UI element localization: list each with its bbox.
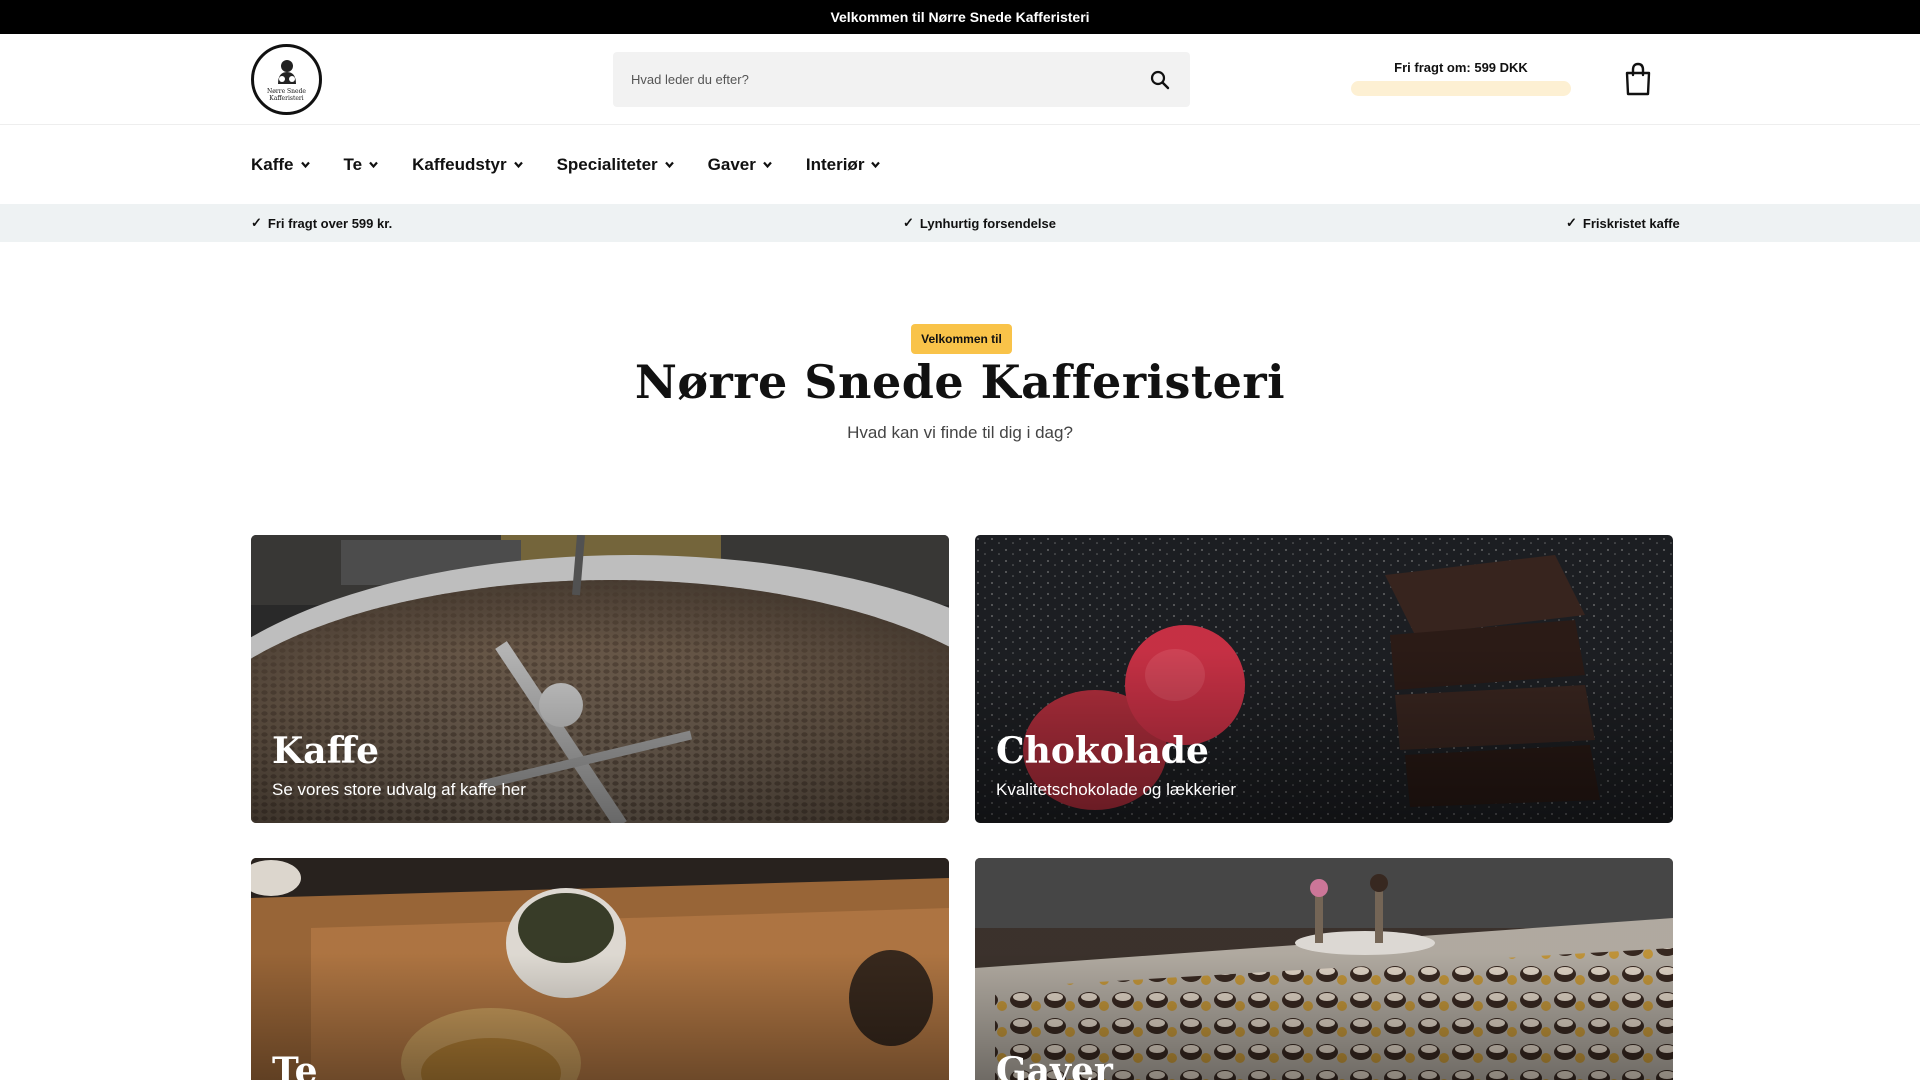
announcement-bar: Velkommen til Nørre Snede Kafferisteri xyxy=(0,0,1920,34)
announcement-text: Velkommen til Nørre Snede Kafferisteri xyxy=(830,9,1090,25)
logo-text-line1: Nørre Snede xyxy=(267,88,306,95)
check-icon: ✓ xyxy=(903,215,914,230)
check-icon: ✓ xyxy=(1566,215,1577,230)
card-title: Te xyxy=(272,1050,318,1080)
roaster-figure-icon xyxy=(277,60,296,84)
usp-label: Fri fragt over 599 kr. xyxy=(267,215,393,231)
card-title: Gaver xyxy=(996,1050,1113,1080)
usp-label: Friskristet kaffe xyxy=(1582,215,1680,231)
nav-item-kaffeudstyr[interactable]: Kaffeudstyr xyxy=(412,155,523,175)
main-nav: Kaffe Te Kaffeudstyr Specialiteter Gaver… xyxy=(0,125,1920,204)
usp-label: Lynhurtig forsendelse xyxy=(919,215,1056,231)
chevron-down-icon xyxy=(300,161,310,169)
category-card-kaffe[interactable]: Kaffe Se vores store udvalg af kaffe her xyxy=(251,535,949,823)
nav-item-te[interactable]: Te xyxy=(344,155,380,175)
chevron-down-icon xyxy=(871,161,881,169)
search-box xyxy=(613,52,1190,107)
nav-item-interior[interactable]: Interiør xyxy=(806,155,882,175)
search-icon[interactable] xyxy=(1148,68,1172,92)
chevron-down-icon xyxy=(763,161,772,169)
logo-text: Nørre Snede Kafferisteri xyxy=(267,88,306,102)
nav-item-label: Specialiteter xyxy=(556,154,658,174)
nav-item-gaver[interactable]: Gaver xyxy=(708,155,773,175)
hero-badge: Velkommen til xyxy=(911,324,1012,354)
usp-item-fresh-coffee: ✓ Friskristet kaffe xyxy=(1566,204,1680,242)
free-shipping-progress: Fri fragt om: 599 DKK xyxy=(1351,60,1571,96)
logo[interactable]: Nørre Snede Kafferisteri xyxy=(251,44,322,115)
chevron-down-icon xyxy=(369,161,378,169)
nav-item-kaffe[interactable]: Kaffe xyxy=(251,155,311,175)
hero-subtitle: Hvad kan vi finde til dig i dag? xyxy=(847,423,1073,442)
card-title: Kaffe xyxy=(272,730,380,772)
nav-item-label: Te xyxy=(343,154,363,174)
search-input[interactable] xyxy=(631,72,1148,87)
nav-item-specialiteter[interactable]: Specialiteter xyxy=(557,155,675,175)
usp-item-fast-delivery: ✓ Lynhurtig forsendelse xyxy=(903,204,1056,242)
category-card-gaver[interactable]: Gaver xyxy=(975,858,1673,1080)
chevron-down-icon xyxy=(664,161,674,169)
category-card-chokolade[interactable]: Chokolade Kvalitetschokolade og lækkerie… xyxy=(975,535,1673,823)
free-shipping-bar xyxy=(1351,81,1571,96)
card-overlay xyxy=(251,858,949,1080)
shopping-bag-icon[interactable] xyxy=(1623,62,1653,96)
free-shipping-label: Fri fragt om: 599 DKK xyxy=(1394,60,1528,75)
usp-item-free-shipping: ✓ Fri fragt over 599 kr. xyxy=(251,204,392,242)
nav-item-label: Kaffe xyxy=(251,154,294,174)
card-subtitle: Se vores store udvalg af kaffe her xyxy=(272,780,526,799)
card-title: Chokolade xyxy=(996,730,1209,772)
site-header: Nørre Snede Kafferisteri Fri fragt om: 5… xyxy=(0,34,1920,125)
logo-text-line2: Kafferisteri xyxy=(269,95,304,102)
nav-item-label: Interiør xyxy=(805,154,865,174)
check-icon: ✓ xyxy=(251,215,262,230)
card-subtitle: Kvalitetschokolade og lækkerier xyxy=(996,780,1237,799)
nav-item-label: Gaver xyxy=(707,154,756,174)
card-overlay xyxy=(975,858,1673,1080)
nav-item-label: Kaffeudstyr xyxy=(412,154,507,174)
category-card-te[interactable]: Te xyxy=(251,858,949,1080)
chevron-down-icon xyxy=(513,161,523,169)
page-title: Nørre Snede Kafferisteri xyxy=(634,355,1286,409)
usp-strip: ✓ Fri fragt over 599 kr. ✓ Lynhurtig for… xyxy=(0,204,1920,242)
